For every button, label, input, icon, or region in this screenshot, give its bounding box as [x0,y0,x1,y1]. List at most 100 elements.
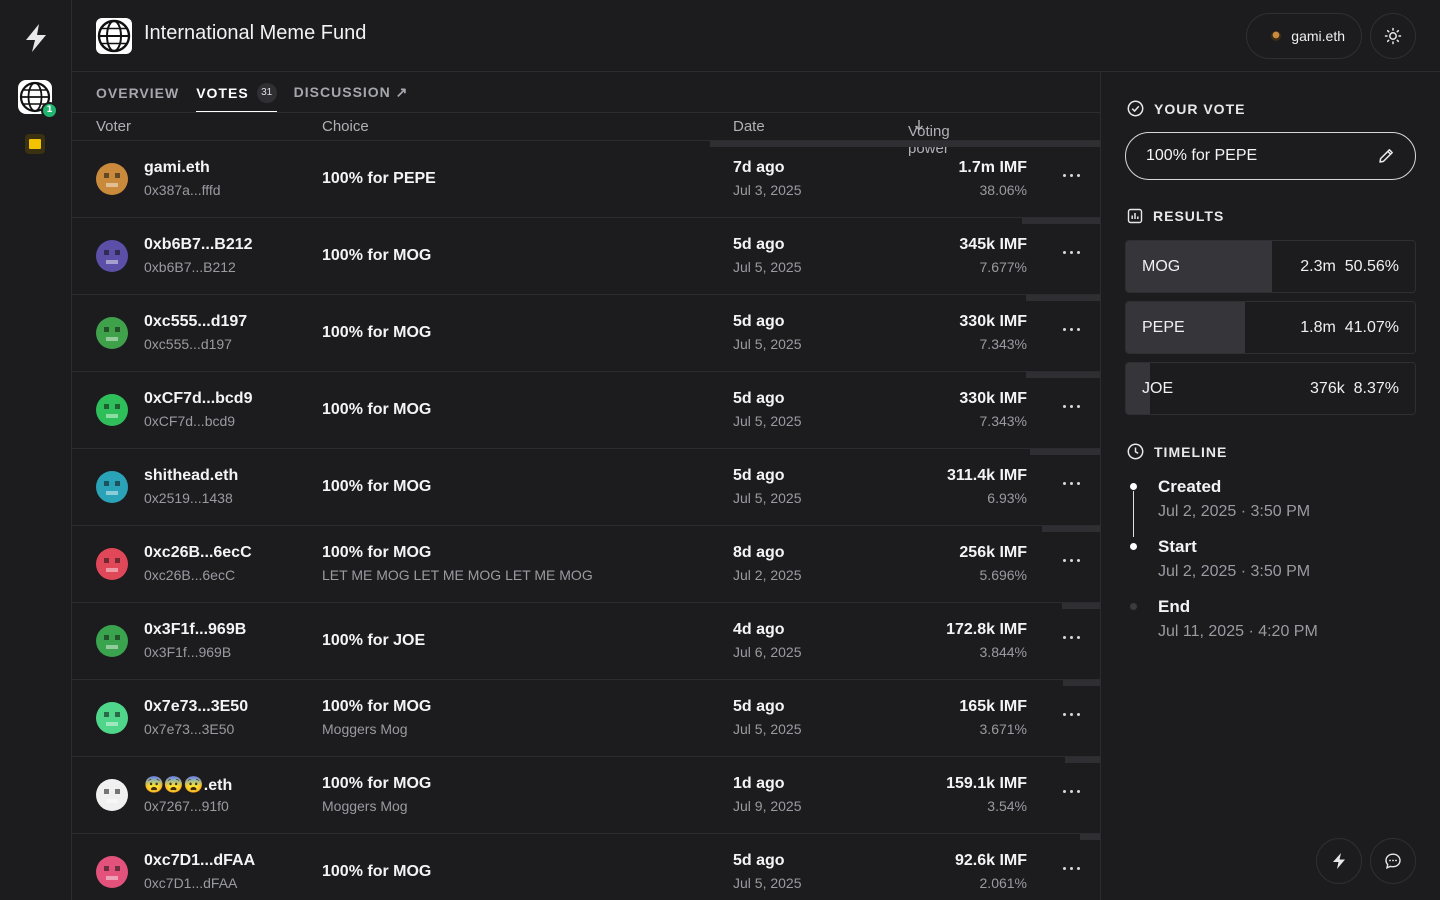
lightning-icon[interactable] [22,22,50,54]
vote-row[interactable]: 0x3F1f...969B 0x3F1f...969B 100% for JOE… [72,603,1100,680]
more-options-button[interactable] [1058,321,1084,337]
header-choice: Choice [322,118,369,135]
quick-action-button[interactable] [1316,838,1362,884]
voter-address: 0xc26B...6ecC [144,567,236,583]
vote-relative-time: 8d ago [733,544,785,561]
voter-name[interactable]: shithead.eth [144,467,238,485]
result-amount: 1.8m [1300,319,1336,336]
voter-name[interactable]: gami.eth [144,159,210,177]
voter-address: 0x387a...fffd [144,182,221,198]
more-options-button[interactable] [1058,398,1084,414]
timeline-dot-end [1130,603,1137,610]
voter-avatar[interactable] [96,240,128,272]
account-name: gami.eth [1291,28,1345,44]
vote-reason: Moggers Mog [322,721,408,737]
vote-row[interactable]: 0xc555...d197 0xc555...d197 100% for MOG… [72,295,1100,372]
result-percent: 50.56% [1344,258,1399,275]
voting-power: 165k IMF [959,698,1027,715]
tab-label: VOTES [196,84,249,101]
more-options-button[interactable] [1058,706,1084,722]
clock-icon [1127,443,1144,460]
voting-power-percent: 7.677% [979,259,1027,275]
more-options-button[interactable] [1058,475,1084,491]
dot [1076,481,1080,485]
tab-label: DISCUSSION ↗ [293,84,409,100]
voter-name[interactable]: 0xb6B7...B212 [144,236,253,254]
timeline-dot-start [1130,543,1137,550]
vote-choice: 100% for PEPE [322,170,436,187]
vote-row[interactable]: gami.eth 0x387a...fffd 100% for PEPE 7d … [72,141,1100,218]
dot [1062,250,1066,254]
voter-address: 0x7267...91f0 [144,798,229,814]
voter-avatar[interactable] [96,625,128,657]
vote-date: Jul 9, 2025 [733,798,802,814]
votes-count-badge: 31 [256,82,277,103]
voter-avatar[interactable] [96,394,128,426]
vote-row[interactable]: 0x7e73...3E50 0x7e73...3E50 100% for MOG… [72,680,1100,757]
vote-date: Jul 5, 2025 [733,259,802,275]
voter-name[interactable]: 0x7e73...3E50 [144,698,248,716]
tab-overview[interactable]: OVERVIEW [96,72,179,113]
result-percent: 8.37% [1353,380,1399,397]
voter-name[interactable]: 0x3F1f...969B [144,621,246,639]
voting-power: 330k IMF [959,313,1027,330]
vote-relative-time: 7d ago [733,159,785,176]
space-logo[interactable] [96,18,132,54]
vote-relative-time: 1d ago [733,775,785,792]
space-title[interactable]: International Meme Fund [144,22,366,45]
voting-power: 1.7m IMF [958,159,1027,176]
voter-avatar[interactable] [96,702,128,734]
voting-power: 256k IMF [959,544,1027,561]
more-options-button[interactable] [1058,552,1084,568]
results-title: RESULTS [1153,208,1225,224]
voting-power-bar [710,141,1100,147]
vote-row[interactable]: shithead.eth 0x2519...1438 100% for MOG … [72,449,1100,526]
voter-avatar[interactable] [96,163,128,195]
dot [1076,866,1080,870]
voter-name[interactable]: 0xc555...d197 [144,313,247,331]
voter-name[interactable]: 0xCF7d...bcd9 [144,390,252,408]
dot [1076,558,1080,562]
voter-avatar[interactable] [96,779,128,811]
vote-row[interactable]: 0xc26B...6ecC 0xc26B...6ecC 100% for MOG… [72,526,1100,603]
voter-address: 0x2519...1438 [144,490,233,506]
voter-name[interactable]: 😨😨😨.eth [144,775,232,795]
sun-icon [1384,27,1402,45]
voter-avatar[interactable] [96,856,128,888]
chat-button[interactable] [1370,838,1416,884]
more-options-button[interactable] [1058,629,1084,645]
vote-row[interactable]: 0xCF7d...bcd9 0xCF7d...bcd9 100% for MOG… [72,372,1100,449]
space-rail: 1 [0,0,72,900]
voter-name[interactable]: 0xc7D1...dFAA [144,852,255,870]
vote-row[interactable]: 0xb6B7...B212 0xb6B7...B212 100% for MOG… [72,218,1100,295]
vote-relative-time: 5d ago [733,698,785,715]
result-joe: JOE 376k 8.37% [1125,362,1416,415]
vote-row[interactable]: 0xc7D1...dFAA 0xc7D1...dFAA 100% for MOG… [72,834,1100,900]
voter-avatar[interactable] [96,317,128,349]
your-vote-box[interactable]: 100% for PEPE [1125,132,1416,180]
more-options-button[interactable] [1058,783,1084,799]
your-vote-value: 100% for PEPE [1146,147,1258,164]
result-label: MOG [1142,258,1181,275]
more-options-button[interactable] [1058,167,1084,183]
space-avatar-second[interactable] [25,134,45,154]
dot [1062,558,1066,562]
theme-toggle-button[interactable] [1370,13,1416,59]
voter-name[interactable]: 0xc26B...6ecC [144,544,252,562]
tab-discussion[interactable]: DISCUSSION ↗ [294,72,409,113]
voter-avatar[interactable] [96,548,128,580]
voter-avatar[interactable] [96,471,128,503]
more-options-button[interactable] [1058,860,1084,876]
header-voting-power[interactable]: Voting power [908,118,950,157]
timeline-date: Jul 11, 2025 · 4:20 PM [1158,623,1318,640]
more-options-button[interactable] [1058,244,1084,260]
vote-row[interactable]: 😨😨😨.eth 0x7267...91f0 100% for MOG Mogge… [72,757,1100,834]
timeline-date: Jul 2, 2025 · 3:50 PM [1158,563,1311,580]
account-button[interactable]: gami.eth [1246,13,1362,59]
result-percent: 41.07% [1344,319,1399,336]
pencil-icon[interactable] [1377,147,1395,165]
vote-date: Jul 3, 2025 [733,182,802,198]
dot [1069,712,1073,716]
dot [1076,404,1080,408]
tab-votes[interactable]: VOTES 31 [196,72,278,113]
